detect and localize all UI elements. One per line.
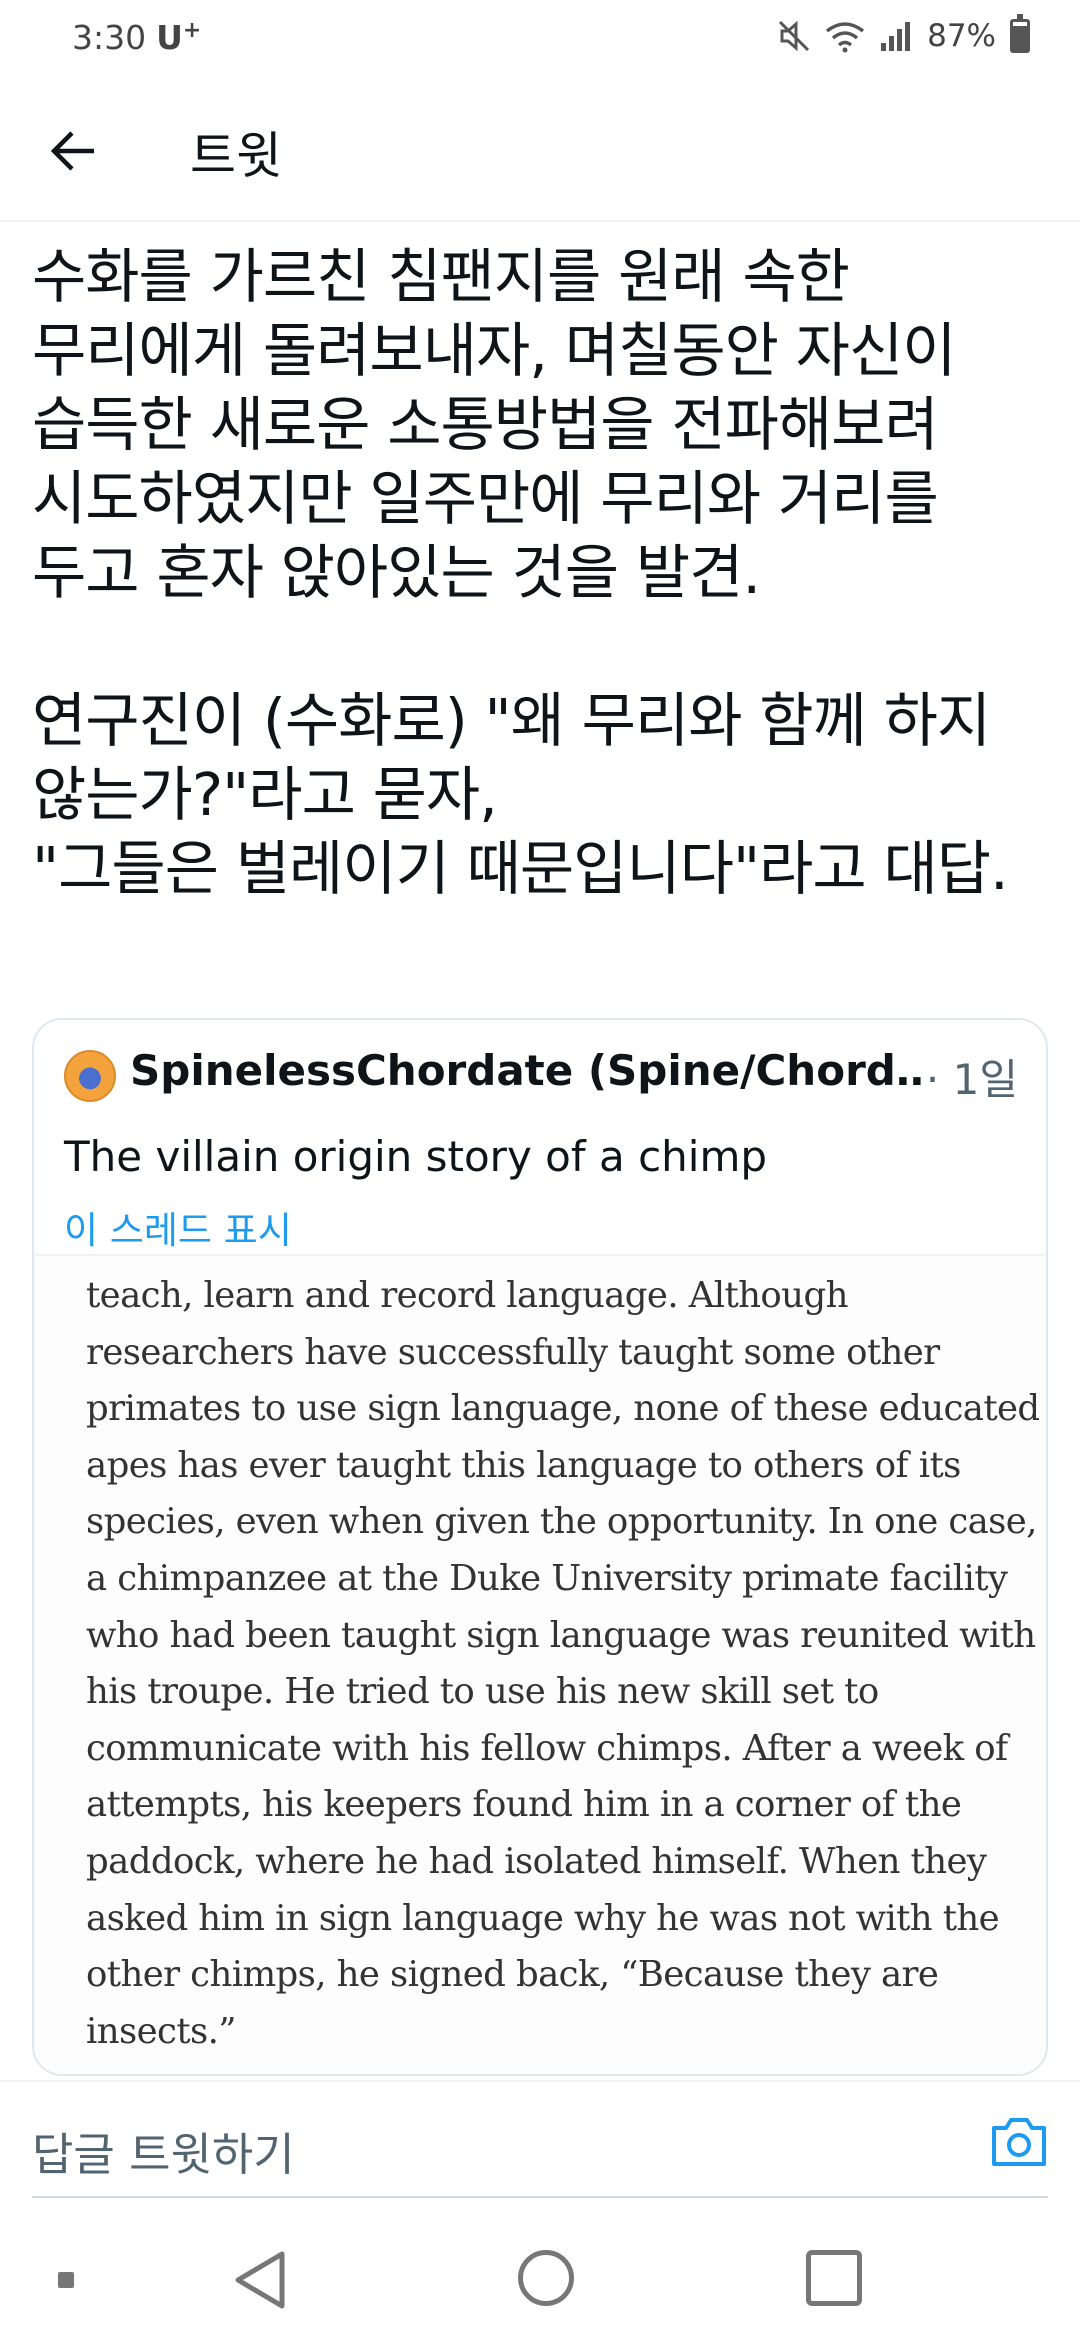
quoted-tweet-header: SpinelessChordate (Spine/Chordat… · 1일 T… [34,1020,1046,1256]
image-text-line: a chimpanzee at the Duke University prim… [86,1557,1008,1599]
clock-text: 3:30 [72,18,147,57]
image-text-line: other chimps, he signed back, “Because t… [86,1954,939,1996]
reply-input[interactable]: 답글 트윗하기 [32,2118,295,2183]
system-nav-bar [0,2220,1080,2340]
image-text-line: primates to use sign language, none of t… [86,1388,1040,1430]
quoted-tweet-text: The villain origin story of a chimp [64,1132,768,1181]
home-circle-icon[interactable] [518,2250,574,2306]
image-text-line: apes has ever taught this language to ot… [86,1444,961,1486]
image-text-line: who had been taught sign language was re… [86,1614,1036,1656]
wifi-icon [826,22,865,53]
show-thread-link[interactable]: 이 스레드 표시 [64,1200,292,1254]
back-triangle-icon[interactable] [230,2248,290,2312]
battery-percent: 87% [927,18,996,54]
image-text-line: researchers have successfully taught som… [86,1331,940,1373]
image-text-line: his troupe. He tried to use his new skil… [86,1671,879,1713]
image-text-line: attempts, his keepers found him in a cor… [86,1784,962,1826]
quoted-author-name: SpinelessChordate (Spine/Chordat… [130,1046,950,1095]
arrow-left-icon [50,131,94,171]
camera-icon [992,2118,1046,2166]
status-time: 3:30 U+ [72,18,201,57]
tweet-paragraph: 연구진이 (수화로) "왜 무리와 함께 하지 않는가?"라고 묻자, "그들은… [32,686,1009,903]
status-bar: 3:30 U+ 87% [0,0,1080,74]
image-text-line: communicate with his fellow chimps. Afte… [86,1727,1008,1769]
battery-icon [1010,14,1030,53]
back-button[interactable] [40,118,106,184]
status-icons: 87% [777,14,1030,56]
header: 트윗 [0,80,1080,222]
tweet-paragraph: 수화를 가르친 침팬지를 원래 속한 무리에게 돌려보내자, 며칠동안 자신이 … [32,242,957,607]
menu-dot-icon[interactable] [58,2272,74,2288]
image-text-line: paddock, where he had isolated himself. … [86,1840,987,1882]
image-text-line: species, even when given the opportunity… [86,1501,1037,1543]
image-text-line: asked him in sign language why he was no… [86,1897,1000,1939]
carrier-label: U+ [156,18,202,57]
avatar [64,1050,116,1102]
camera-button[interactable] [990,2114,1048,2168]
image-text-excerpt: teach, learn and record language. Althou… [86,1268,1040,2060]
quoted-tweet-time: · 1일 [921,1046,1018,1107]
image-text-line: insects.” [86,2010,236,2052]
quoted-tweet-card[interactable]: SpinelessChordate (Spine/Chordat… · 1일 T… [32,1018,1048,2076]
battery-level [1013,25,1027,50]
page-title: 트윗 [190,127,282,185]
divider [32,2196,1048,2198]
tweet-text: 수화를 가르친 침팬지를 원래 속한 무리에게 돌려보내자, 며칠동안 자신이 … [32,240,1052,906]
recents-square-icon[interactable] [806,2250,862,2306]
mute-icon [779,20,810,52]
signal-icon [881,22,911,51]
quoted-tweet-image[interactable]: teach, learn and record language. Althou… [34,1256,1046,2074]
reply-bar: 답글 트윗하기 [0,2080,1080,2198]
image-text-line: teach, learn and record language. Althou… [86,1275,848,1316]
